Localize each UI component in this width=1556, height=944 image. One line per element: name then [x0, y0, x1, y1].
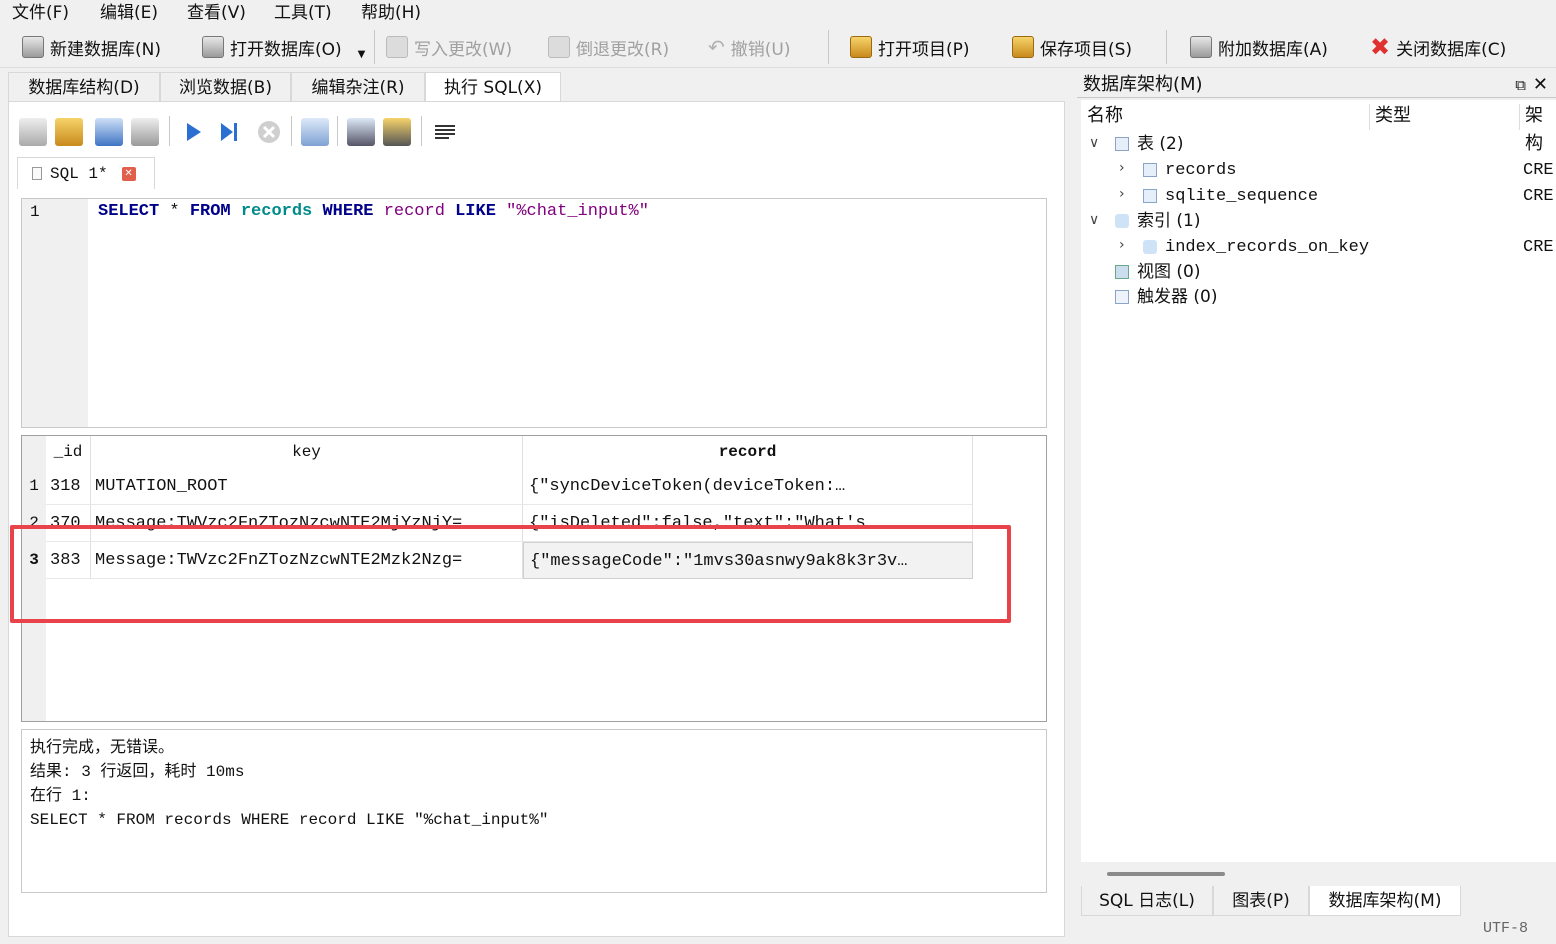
- view-icon: [1115, 265, 1129, 279]
- cell-record[interactable]: {"syncDeviceToken(deviceToken:…: [523, 468, 973, 505]
- sql-file-icon: [32, 167, 42, 180]
- cell-key[interactable]: MUTATION_ROOT: [91, 468, 523, 505]
- write-changes-button[interactable]: 写入更改(W): [386, 30, 512, 64]
- open-project-icon: [850, 36, 872, 58]
- execution-log: 执行完成，无错误。 结果: 3 行返回，耗时 10ms 在行 1: SELECT…: [21, 729, 1047, 893]
- open-sql-file-icon[interactable]: [55, 118, 83, 146]
- cell-id[interactable]: 318: [46, 468, 91, 505]
- tree-node-indexes[interactable]: 索引 (1): [1115, 209, 1200, 234]
- open-database-icon: [202, 36, 224, 58]
- trigger-icon: [1115, 290, 1129, 304]
- revert-changes-button[interactable]: 倒退更改(R): [548, 30, 669, 64]
- schema-cell: CRE: [1523, 161, 1554, 180]
- menu-bar: 文件(F) 编辑(E) 查看(V) 工具(T) 帮助(H): [0, 0, 1556, 26]
- comment-lines-icon[interactable]: [431, 118, 459, 146]
- menu-view[interactable]: 查看(V): [187, 2, 246, 24]
- attach-database-button[interactable]: 附加数据库(A): [1190, 30, 1328, 64]
- chevron-right-icon[interactable]: ›: [1119, 160, 1125, 176]
- horizontal-scrollbar[interactable]: [1107, 872, 1225, 876]
- menu-file[interactable]: 文件(F): [12, 2, 69, 24]
- new-database-icon: [22, 36, 44, 58]
- schema-cell: CRE: [1523, 238, 1554, 257]
- column-header-type[interactable]: 类型: [1375, 102, 1411, 130]
- save-results-icon[interactable]: [301, 118, 329, 146]
- column-header-record[interactable]: record: [523, 436, 973, 468]
- table-icon: [1143, 188, 1157, 203]
- dropdown-arrow-icon[interactable]: ▼: [358, 49, 366, 60]
- column-header-key[interactable]: key: [91, 436, 523, 468]
- close-database-icon: ✖: [1370, 33, 1391, 61]
- execute-sql-panel: SQL 1* ✕ 1 SELECT * FROM records WHERE r…: [8, 101, 1065, 937]
- open-database-button[interactable]: 打开数据库(O) ▼: [202, 30, 365, 64]
- float-panel-icon[interactable]: ⧉: [1515, 72, 1526, 98]
- tab-sql-log[interactable]: SQL 日志(L): [1081, 886, 1213, 916]
- execute-current-line-icon[interactable]: [215, 118, 243, 146]
- menu-edit[interactable]: 编辑(E): [100, 2, 158, 24]
- tree-node-views[interactable]: 视图 (0): [1115, 260, 1200, 285]
- log-status: 执行完成，无错误。: [30, 739, 175, 757]
- tree-node-index[interactable]: index_records_on_key: [1143, 235, 1369, 260]
- sql-editor[interactable]: 1 SELECT * FROM records WHERE record LIK…: [21, 198, 1047, 428]
- log-query: SELECT * FROM records WHERE record LIKE …: [30, 811, 549, 829]
- open-tab-icon[interactable]: [19, 118, 47, 146]
- column-header-id[interactable]: _id: [46, 436, 91, 468]
- tree-node-triggers[interactable]: 触发器 (0): [1115, 285, 1217, 310]
- main-toolbar: 新建数据库(N) 打开数据库(O) ▼ 写入更改(W) 倒退更改(R) ↶ 撤销…: [0, 26, 1556, 68]
- tag-icon: [1115, 214, 1129, 228]
- tab-db-schema[interactable]: 数据库架构(M): [1309, 886, 1461, 916]
- chevron-right-icon[interactable]: ›: [1119, 237, 1125, 253]
- close-panel-icon[interactable]: ✕: [1533, 72, 1548, 98]
- chevron-down-icon[interactable]: ∨: [1089, 135, 1099, 151]
- tree-node-table-records[interactable]: records: [1143, 158, 1236, 183]
- database-schema-panel: 数据库架构(M) ⧉ ✕ 名称 类型 架构 ∨ 表 (2) › records …: [1077, 72, 1556, 944]
- stop-execution-icon[interactable]: [255, 118, 283, 146]
- menu-tools[interactable]: 工具(T): [274, 2, 332, 24]
- column-header-schema[interactable]: 架构: [1525, 102, 1556, 154]
- print-icon[interactable]: [131, 118, 159, 146]
- tab-browse-data[interactable]: 浏览数据(B): [160, 72, 291, 102]
- line-gutter: 1: [22, 199, 88, 427]
- close-database-button[interactable]: ✖ 关闭数据库(C): [1370, 30, 1506, 64]
- write-changes-icon: [386, 36, 408, 58]
- chevron-down-icon[interactable]: ∨: [1089, 212, 1099, 228]
- attach-database-icon: [1190, 36, 1212, 58]
- tab-database-structure[interactable]: 数据库结构(D): [8, 72, 160, 102]
- find-icon[interactable]: [347, 118, 375, 146]
- log-result: 结果: 3 行返回，耗时 10ms: [30, 763, 245, 781]
- schema-tree[interactable]: 名称 类型 架构 ∨ 表 (2) › records CRE › sqlite_…: [1081, 100, 1556, 862]
- row-number[interactable]: 1: [22, 468, 46, 505]
- save-project-button[interactable]: 保存项目(S): [1012, 30, 1132, 64]
- new-database-button[interactable]: 新建数据库(N): [22, 30, 161, 64]
- tab-edit-pragmas[interactable]: 编辑杂注(R): [291, 72, 425, 102]
- encoding-status: UTF-8: [1482, 920, 1528, 937]
- revert-changes-icon: [548, 36, 570, 58]
- close-tab-icon[interactable]: ✕: [121, 166, 136, 181]
- tree-node-tables[interactable]: 表 (2): [1115, 132, 1183, 157]
- tab-execute-sql[interactable]: 执行 SQL(X): [425, 72, 561, 103]
- menu-help[interactable]: 帮助(H): [361, 2, 421, 24]
- save-sql-file-icon[interactable]: [95, 118, 123, 146]
- schema-cell: CRE: [1523, 187, 1554, 206]
- column-header-name[interactable]: 名称: [1087, 102, 1123, 130]
- tree-node-table-sqlite-sequence[interactable]: sqlite_sequence: [1143, 184, 1318, 209]
- panel-title: 数据库架构(M) ⧉ ✕: [1077, 72, 1556, 98]
- tag-icon: [1143, 239, 1157, 254]
- open-project-button[interactable]: 打开项目(P): [850, 30, 970, 64]
- undo-button[interactable]: ↶ 撤销(U): [708, 30, 790, 64]
- find-replace-icon[interactable]: [383, 118, 411, 146]
- chevron-right-icon[interactable]: ›: [1119, 186, 1125, 202]
- table-icon: [1143, 162, 1157, 177]
- sql-code[interactable]: SELECT * FROM records WHERE record LIKE …: [98, 202, 649, 221]
- tab-chart[interactable]: 图表(P): [1213, 886, 1309, 916]
- tab-sql-1[interactable]: SQL 1* ✕: [17, 157, 155, 189]
- undo-icon: ↶: [708, 35, 725, 59]
- log-line: 在行 1:: [30, 787, 91, 805]
- execute-all-icon[interactable]: [179, 118, 207, 146]
- save-project-icon: [1012, 36, 1034, 58]
- table-icon: [1115, 137, 1129, 151]
- highlight-box: [10, 525, 1011, 623]
